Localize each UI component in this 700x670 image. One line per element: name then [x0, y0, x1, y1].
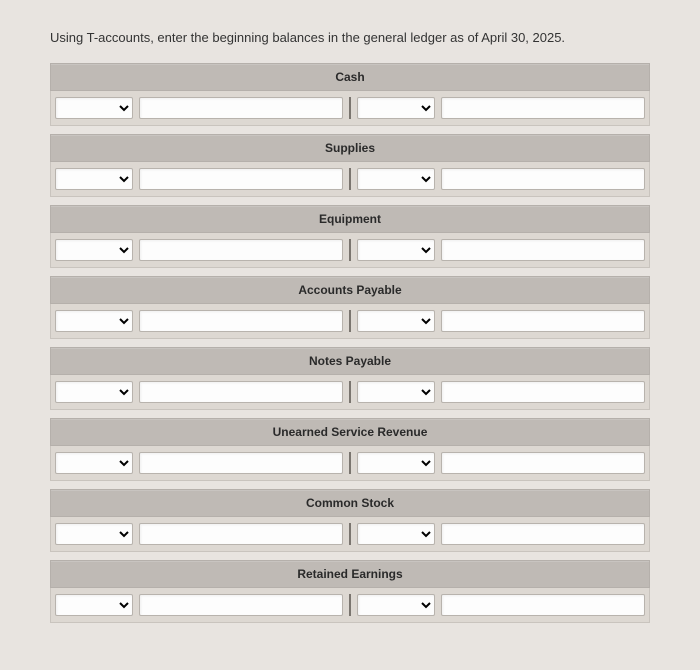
t-account-body: [50, 162, 650, 197]
entry-select[interactable]: [357, 594, 435, 616]
entry-select[interactable]: [357, 381, 435, 403]
entry-input[interactable]: [441, 381, 645, 403]
debit-side: [55, 594, 351, 616]
t-account-body: [50, 446, 650, 481]
debit-side: [55, 523, 351, 545]
debit-side: [55, 452, 351, 474]
t-account-body: [50, 91, 650, 126]
entry-select[interactable]: [55, 523, 133, 545]
credit-side: [351, 168, 645, 190]
t-account: Retained Earnings: [50, 560, 650, 623]
entry-input[interactable]: [139, 97, 343, 119]
entry-select[interactable]: [357, 310, 435, 332]
entry-select[interactable]: [357, 523, 435, 545]
t-account: Equipment: [50, 205, 650, 268]
entry-select[interactable]: [55, 381, 133, 403]
entry-select[interactable]: [357, 168, 435, 190]
t-account-title: Common Stock: [50, 489, 650, 517]
accounts-container: Cash Supplies Equipment Accounts Payable Not…: [50, 63, 650, 623]
debit-side: [55, 97, 351, 119]
t-account-title: Supplies: [50, 134, 650, 162]
instruction-text: Using T-accounts, enter the beginning ba…: [50, 30, 650, 45]
t-account-title: Notes Payable: [50, 347, 650, 375]
t-account: Unearned Service Revenue: [50, 418, 650, 481]
credit-side: [351, 97, 645, 119]
entry-input[interactable]: [441, 239, 645, 261]
debit-side: [55, 168, 351, 190]
entry-input[interactable]: [139, 452, 343, 474]
entry-input[interactable]: [441, 310, 645, 332]
page: Using T-accounts, enter the beginning ba…: [0, 0, 700, 641]
entry-select[interactable]: [55, 310, 133, 332]
t-account: Cash: [50, 63, 650, 126]
entry-select[interactable]: [55, 594, 133, 616]
t-account: Supplies: [50, 134, 650, 197]
t-account-title: Equipment: [50, 205, 650, 233]
debit-side: [55, 310, 351, 332]
t-account-body: [50, 375, 650, 410]
credit-side: [351, 310, 645, 332]
entry-select[interactable]: [55, 452, 133, 474]
entry-input[interactable]: [441, 594, 645, 616]
entry-select[interactable]: [357, 97, 435, 119]
entry-input[interactable]: [139, 239, 343, 261]
entry-input[interactable]: [139, 523, 343, 545]
entry-select[interactable]: [357, 239, 435, 261]
entry-input[interactable]: [139, 168, 343, 190]
t-account-title: Unearned Service Revenue: [50, 418, 650, 446]
entry-select[interactable]: [55, 168, 133, 190]
t-account: Notes Payable: [50, 347, 650, 410]
t-account: Common Stock: [50, 489, 650, 552]
entry-input[interactable]: [139, 594, 343, 616]
credit-side: [351, 594, 645, 616]
entry-select[interactable]: [55, 239, 133, 261]
debit-side: [55, 381, 351, 403]
entry-input[interactable]: [441, 523, 645, 545]
entry-select[interactable]: [357, 452, 435, 474]
entry-input[interactable]: [441, 97, 645, 119]
t-account: Accounts Payable: [50, 276, 650, 339]
entry-input[interactable]: [139, 310, 343, 332]
credit-side: [351, 452, 645, 474]
entry-input[interactable]: [441, 452, 645, 474]
entry-select[interactable]: [55, 97, 133, 119]
t-account-body: [50, 517, 650, 552]
t-account-title: Cash: [50, 63, 650, 91]
credit-side: [351, 239, 645, 261]
credit-side: [351, 523, 645, 545]
t-account-body: [50, 233, 650, 268]
t-account-title: Accounts Payable: [50, 276, 650, 304]
entry-input[interactable]: [139, 381, 343, 403]
t-account-body: [50, 588, 650, 623]
entry-input[interactable]: [441, 168, 645, 190]
t-account-body: [50, 304, 650, 339]
t-account-title: Retained Earnings: [50, 560, 650, 588]
debit-side: [55, 239, 351, 261]
credit-side: [351, 381, 645, 403]
